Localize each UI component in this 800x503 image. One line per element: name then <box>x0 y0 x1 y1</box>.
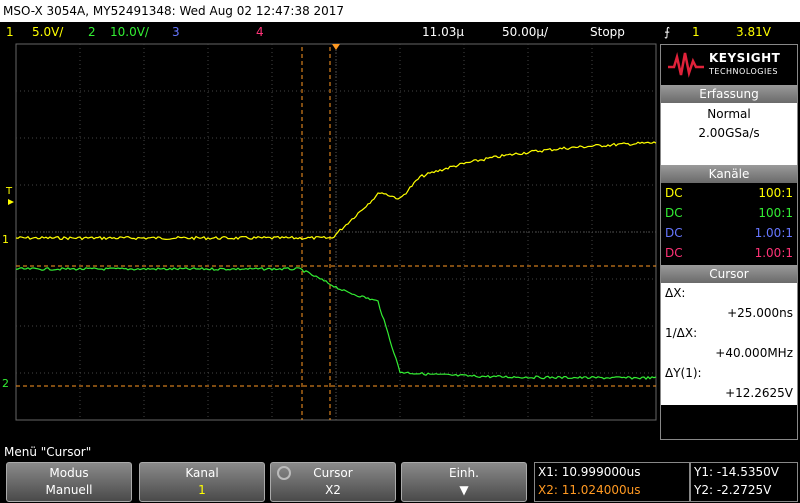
status-bar: 1 5.0V/ 2 10.0V/ 3 4 11.03µ 50.00µ/ Stop… <box>0 22 800 42</box>
ch4-number[interactable]: 4 <box>256 22 264 42</box>
cursor-values: ΔX: +25.000ns 1/ΔX: +40.000MHz ΔY(1): +1… <box>661 283 797 405</box>
delta-y-label: ΔY(1): <box>665 366 702 380</box>
y1-value: Y1: -14.5350V <box>694 465 779 479</box>
sample-rate: 2.00GSa/s <box>698 126 760 140</box>
trigger-edge-icon: ⨍ <box>664 25 671 39</box>
x2-value: X2: 11.024000us <box>538 483 641 497</box>
trigger-source[interactable]: 1 <box>692 22 700 42</box>
softkey-mode[interactable]: Modus Manuell <box>6 462 132 502</box>
menu-title: Menü "Cursor" <box>4 445 92 459</box>
inverse-delta-x-label: 1/ΔX: <box>665 326 698 340</box>
x1-value: X1: 10.999000us <box>538 465 641 479</box>
channels-header[interactable]: Kanäle <box>661 165 797 183</box>
trigger-level[interactable]: 3.81V <box>736 22 771 42</box>
inverse-delta-x-value: +40.000MHz <box>715 346 793 360</box>
ch1-ground-marker[interactable]: 1 <box>2 233 9 246</box>
acquisition-mode: Normal <box>707 107 751 121</box>
window-title: MSO-X 3054A, MY52491348: Wed Aug 02 12:4… <box>0 0 800 22</box>
time-scale[interactable]: 50.00µ/ <box>502 22 548 42</box>
time-position[interactable]: 11.03µ <box>422 22 464 42</box>
ch2-scale[interactable]: 10.0V/ <box>110 22 149 42</box>
logo-sub: TECHNOLOGIES <box>709 67 778 76</box>
waveform-display[interactable]: 1 2 T <box>0 42 660 444</box>
ch3-number[interactable]: 3 <box>172 22 180 42</box>
channel-row-4[interactable]: DC 1.00:1 <box>661 243 797 263</box>
logo-brand: KEYSIGHT <box>709 51 781 65</box>
cursor-header[interactable]: Cursor <box>661 265 797 283</box>
delta-x-label: ΔX: <box>665 286 686 300</box>
cursor-y-readout: Y1: -14.5350V Y2: -2.2725V <box>690 462 798 502</box>
arrow-down-icon: ▼ <box>459 483 469 497</box>
ch1-scale[interactable]: 5.0V/ <box>32 22 63 42</box>
keysight-logo: KEYSIGHT TECHNOLOGIES <box>661 45 797 85</box>
trigger-level-marker[interactable]: T <box>5 186 13 197</box>
softkey-units[interactable]: Einh. ▼ <box>401 462 527 502</box>
delta-x-value: +25.000ns <box>727 306 793 320</box>
keysight-wave-icon <box>668 52 704 78</box>
ch1-number[interactable]: 1 <box>6 22 14 42</box>
side-panel: KEYSIGHT TECHNOLOGIES Erfassung Normal 2… <box>660 44 798 440</box>
softkey-cursor[interactable]: Cursor X2 <box>270 462 396 502</box>
run-state[interactable]: Stopp <box>590 22 625 42</box>
acquisition-body: Normal 2.00GSa/s <box>661 103 797 165</box>
softkey-channel[interactable]: Kanal 1 <box>139 462 265 502</box>
y2-value: Y2: -2.2725V <box>694 483 772 497</box>
acquisition-header[interactable]: Erfassung <box>661 85 797 103</box>
ch2-number[interactable]: 2 <box>88 22 96 42</box>
channel-row-2[interactable]: DC 100:1 <box>661 203 797 223</box>
delta-y-value: +12.2625V <box>725 386 793 400</box>
channel-row-1[interactable]: DC 100:1 <box>661 183 797 203</box>
channels-list: DC 100:1 DC 100:1 DC 1.00:1 DC 1.00:1 <box>661 183 797 265</box>
ch2-ground-marker[interactable]: 2 <box>2 377 9 390</box>
channel-row-3[interactable]: DC 1.00:1 <box>661 223 797 243</box>
cursor-x-readout: X1: 10.999000us X2: 11.024000us <box>534 462 690 502</box>
